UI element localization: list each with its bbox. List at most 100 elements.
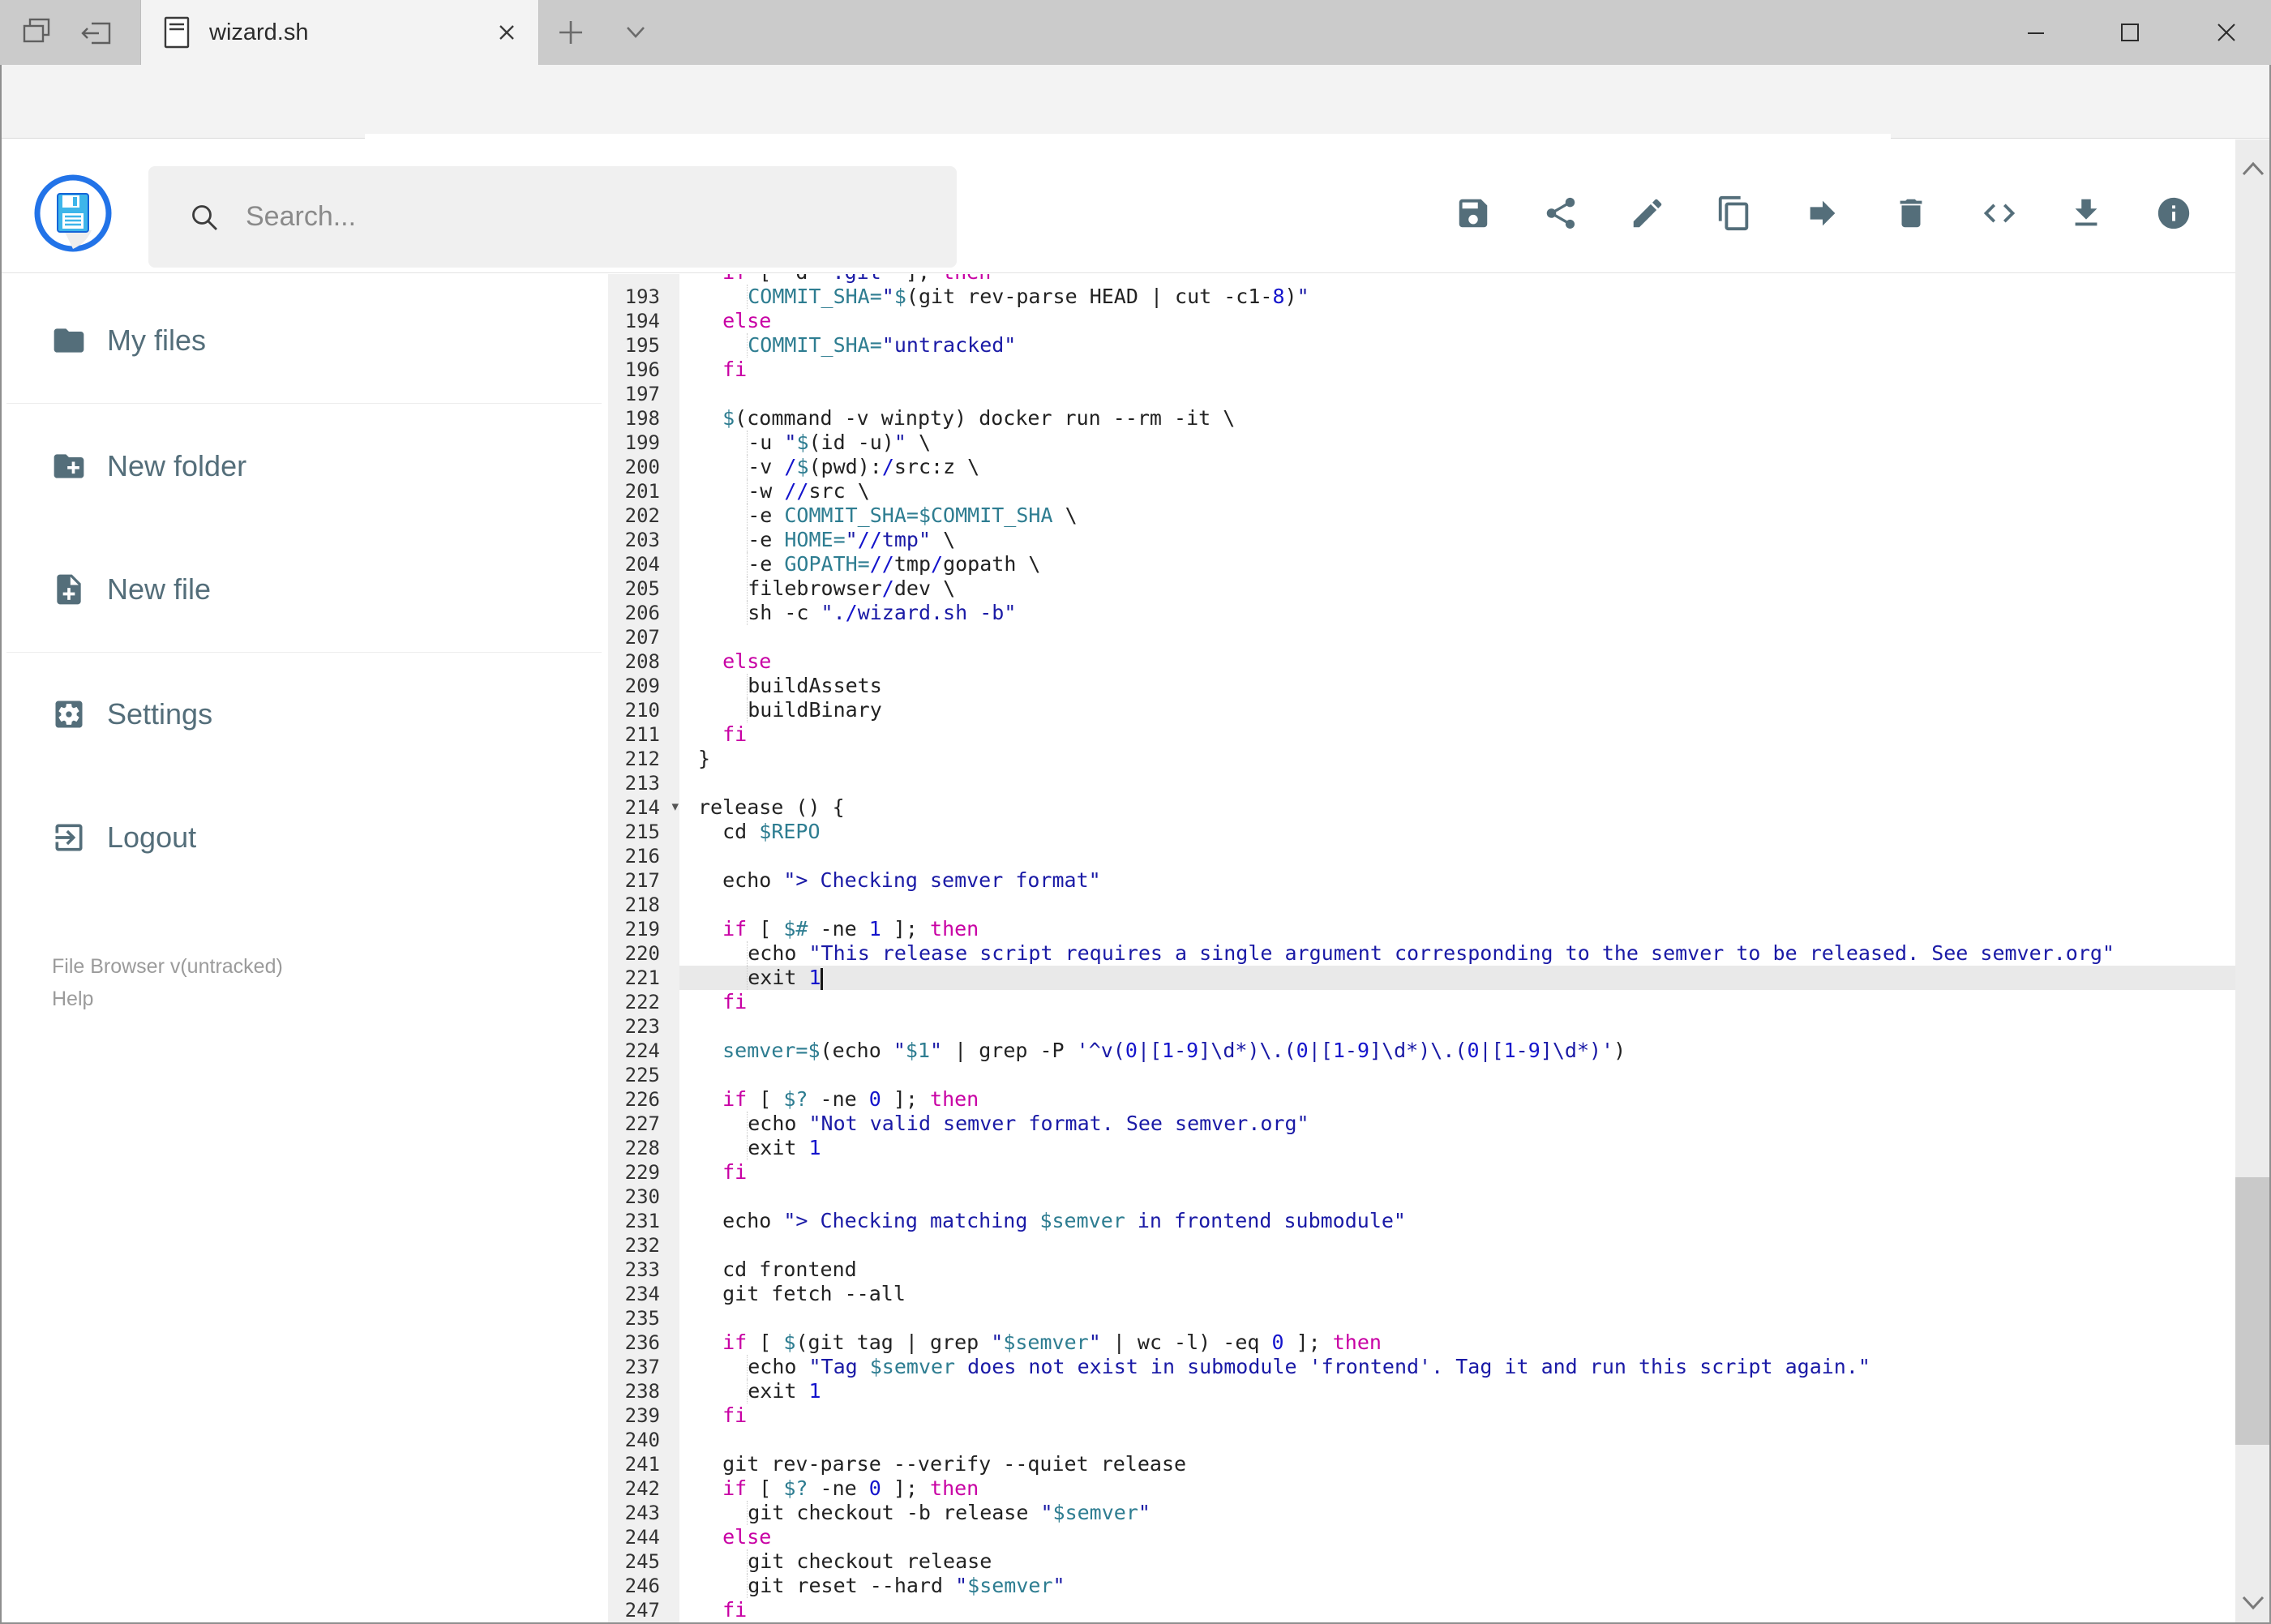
code-line[interactable]: -w //src \ [679,479,2235,503]
code-line[interactable]: semver=$(echo "$1" | grep -P '^v(0|[1-9]… [679,1039,2235,1063]
code-line[interactable]: fi [679,358,2235,382]
code-line[interactable]: git fetch --all [679,1282,2235,1306]
delete-button[interactable] [1887,189,1935,238]
maximize-button[interactable] [2093,0,2166,65]
code-line[interactable]: COMMIT_SHA="untracked" [679,333,2235,358]
fold-arrow-icon[interactable]: ▾ [671,795,679,820]
code-line[interactable] [679,625,2235,649]
indent-guide [698,1501,748,1525]
share-file-button[interactable] [1536,189,1585,238]
code-line[interactable]: echo "> Checking semver format" [679,868,2235,893]
indent-guide [698,455,748,479]
code-line[interactable] [679,1306,2235,1330]
code-line[interactable] [679,1014,2235,1039]
code-line[interactable]: fi [679,722,2235,747]
sidebar-item-my-files[interactable]: My files [0,296,608,385]
code-line[interactable]: echo "Not valid semver format. See semve… [679,1112,2235,1136]
code-line[interactable]: fi [679,1598,2235,1622]
code-line[interactable]: git rev-parse --verify --quiet release [679,1452,2235,1476]
code-editor[interactable]: 193 194 195 196 197 198 199 200 201 202 203 204 205 2… [608,274,2235,1624]
code-line[interactable]: sh -c "./wizard.sh -b" [679,601,2235,625]
code-line[interactable]: buildBinary [679,698,2235,722]
code-line[interactable] [679,1233,2235,1258]
code-line[interactable]: if [ $(git tag | grep "$semver" | wc -l)… [679,1330,2235,1355]
browser-tab[interactable]: wizard.sh [140,0,539,65]
sidebar-item-settings[interactable]: Settings [0,670,608,759]
code-line[interactable]: COMMIT_SHA="$(git rev-parse HEAD | cut -… [679,285,2235,309]
tab-preview-chevron-icon[interactable] [618,21,653,45]
code-button[interactable] [1975,189,2024,238]
line-number: 247 [624,1599,660,1622]
code-line[interactable]: exit 1 [679,966,2235,990]
editor-code[interactable]: if [ -d ".git" ]; then COMMIT_SHA="$(git… [679,274,2235,1624]
code-line[interactable]: cd $REPO [679,820,2235,844]
code-line[interactable]: if [ -d ".git" ]; then [679,274,2235,285]
tabs-set-aside-icon[interactable] [19,15,55,50]
scroll-down-icon[interactable] [2235,1585,2271,1621]
line-number: 221 [624,966,660,989]
code-line[interactable] [679,1428,2235,1452]
code-line[interactable]: fi [679,1403,2235,1428]
copy-button[interactable] [1710,189,1759,238]
line-number: 230 [624,1185,660,1208]
close-button[interactable] [2190,0,2263,65]
line-number: 211 [624,723,660,746]
code-line[interactable]: if [ $? -ne 0 ]; then [679,1476,2235,1501]
code-line[interactable] [679,893,2235,917]
new-tab-icon[interactable] [553,15,589,50]
code-line[interactable]: filebrowser/dev \ [679,576,2235,601]
code-line[interactable]: fi [679,1160,2235,1185]
help-link[interactable]: Help [52,988,93,1011]
code-line[interactable]: git checkout -b release "$semver" [679,1501,2235,1525]
save-button[interactable] [1449,189,1498,238]
code-line[interactable]: buildAssets [679,674,2235,698]
code-line[interactable]: -v /$(pwd):/src:z \ [679,455,2235,479]
code-line[interactable] [679,1185,2235,1209]
code-line[interactable] [679,771,2235,795]
code-line[interactable] [679,844,2235,868]
download-button[interactable] [2062,189,2110,238]
code-line[interactable]: -e COMMIT_SHA=$COMMIT_SHA \ [679,503,2235,528]
code-line[interactable] [679,382,2235,406]
code-line[interactable]: if [ $# -ne 1 ]; then [679,917,2235,941]
sidebar-item-new-file[interactable]: New file [0,545,608,634]
code-line[interactable]: exit 1 [679,1379,2235,1403]
sidebar-item-new-folder[interactable]: New folder [0,422,608,511]
code-line[interactable]: git checkout release [679,1549,2235,1574]
code-line[interactable]: else [679,1525,2235,1549]
info-button[interactable] [2149,189,2198,238]
app-header [0,139,2271,273]
code-line[interactable]: -u "$(id -u)" \ [679,431,2235,455]
code-line[interactable]: cd frontend [679,1258,2235,1282]
code-line[interactable]: exit 1 [679,1136,2235,1160]
page-scrollbar[interactable] [2235,139,2271,1624]
code-line[interactable]: git reset --hard "$semver" [679,1574,2235,1598]
code-line[interactable]: release () { [679,795,2235,820]
rename-button[interactable] [1623,189,1672,238]
line-number: 246 [624,1575,660,1597]
move-button[interactable] [1798,189,1847,238]
line-number: 217 [624,869,660,892]
code-line[interactable]: echo "Tag $semver does not exist in subm… [679,1355,2235,1379]
code-line[interactable]: $(command -v winpty) docker run --rm -it… [679,406,2235,431]
code-line[interactable]: fi [679,990,2235,1014]
code-line[interactable]: else [679,649,2235,674]
line-number: 238 [624,1380,660,1403]
code-line[interactable]: echo "This release script requires a sin… [679,941,2235,966]
code-stack: if [ -d ".git" ]; then COMMIT_SHA="$(git… [679,274,2235,1622]
minimize-button[interactable] [1999,0,2072,65]
code-line[interactable]: -e GOPATH=//tmp/gopath \ [679,552,2235,576]
code-line[interactable] [679,1063,2235,1087]
code-line[interactable]: else [679,309,2235,333]
tab-close-icon[interactable] [495,20,519,45]
search-input[interactable] [244,200,957,234]
search-bar[interactable] [148,166,957,268]
code-line[interactable]: if [ $? -ne 0 ]; then [679,1087,2235,1112]
code-line[interactable]: } [679,747,2235,771]
scrollbar-thumb[interactable] [2235,1177,2271,1445]
sidebar-item-logout[interactable]: Logout [0,793,608,882]
code-line[interactable]: -e HOME="//tmp" \ [679,528,2235,552]
set-tabs-aside-icon[interactable] [79,15,115,50]
scroll-up-icon[interactable] [2235,151,2271,186]
code-line[interactable]: echo "> Checking matching $semver in fro… [679,1209,2235,1233]
